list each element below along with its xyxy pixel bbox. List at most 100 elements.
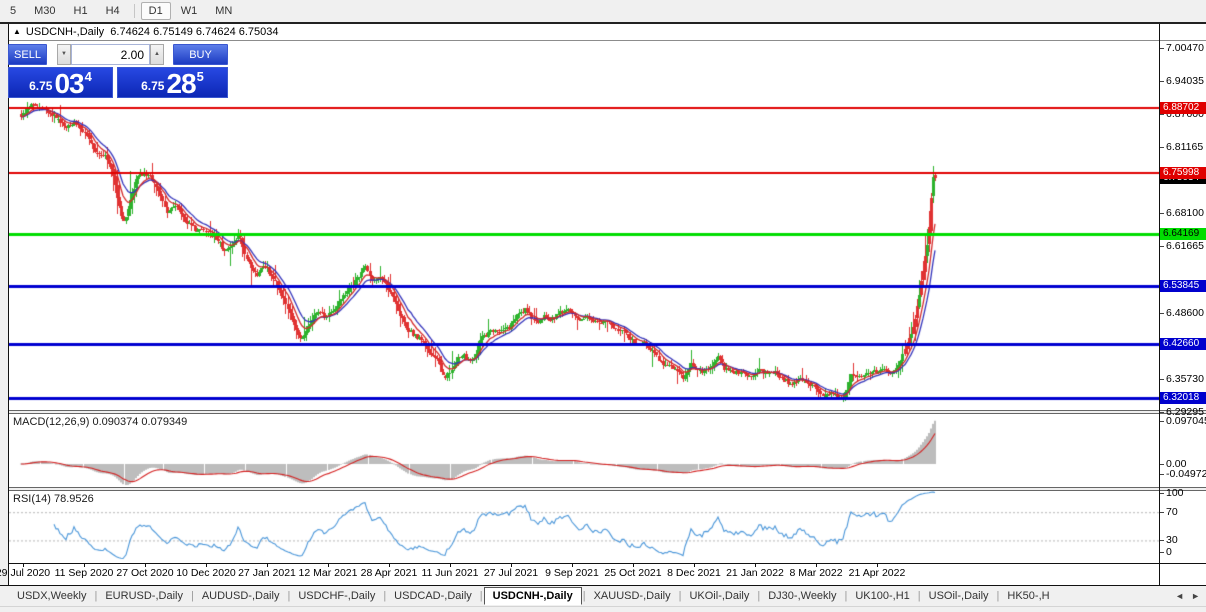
macd-indicator-label: MACD(12,26,9) 0.090374 0.079349	[13, 416, 187, 428]
rsi-axis-label: 0	[1166, 547, 1172, 558]
one-click-trading-widget: SELL ▼ ▲ BUY 6.75034 6.75285	[8, 44, 228, 98]
tab-scroll-right-button[interactable]: ►	[1191, 591, 1200, 601]
rsi-canvas[interactable]	[9, 491, 1159, 563]
toolbar-separator	[134, 4, 135, 18]
date-label: 21 Apr 2022	[835, 567, 919, 579]
symbol-tab-xauusd-daily[interactable]: XAUUSD-,Daily	[587, 588, 678, 604]
macd-axis-label: -0.04972	[1166, 469, 1206, 480]
price-axis-tick	[1160, 379, 1164, 380]
tab-separator: |	[918, 590, 921, 602]
price-level-label-blue: 6.42660	[1160, 338, 1206, 350]
buy-price-big: 28	[166, 71, 195, 97]
symbol-tab-eurusd-daily[interactable]: EURUSD-,Daily	[98, 588, 190, 604]
buy-price-pip: 5	[197, 69, 204, 84]
price-axis-tick	[1160, 48, 1164, 49]
symbol-tab-usdcad-daily[interactable]: USDCAD-,Daily	[387, 588, 479, 604]
timeframe-button-m30[interactable]: M30	[26, 2, 63, 20]
tab-separator: |	[757, 590, 760, 602]
window-top-border	[0, 22, 1206, 24]
price-level-label-red: 6.88702	[1160, 102, 1206, 114]
chart-title: ▲ USDCNH-,Daily 6.74624 6.75149 6.74624 6…	[13, 26, 279, 38]
buy-button[interactable]: BUY	[173, 44, 228, 65]
rsi-bottom-border	[8, 563, 1206, 564]
buy-price-display[interactable]: 6.75285	[117, 67, 228, 98]
chart-ohlc-values: 6.74624 6.75149 6.74624 6.75034	[110, 26, 278, 38]
price-axis-label: 7.00470	[1166, 43, 1204, 54]
rsi-axis-label: 30	[1166, 535, 1178, 546]
rsi-axis-label: 70	[1166, 507, 1178, 518]
timeframe-button-mn[interactable]: MN	[207, 2, 240, 20]
timeframe-button-d1[interactable]: D1	[141, 2, 171, 20]
symbol-tab-usdx-weekly[interactable]: USDX,Weekly	[10, 588, 93, 604]
timeframe-button-5[interactable]: 5	[2, 2, 24, 20]
symbol-tab-ukoil-daily[interactable]: UKOil-,Daily	[682, 588, 756, 604]
price-axis-label: 6.94035	[1166, 76, 1204, 87]
price-axis-tick	[1160, 412, 1164, 413]
volume-decrease-button[interactable]: ▼	[57, 44, 71, 65]
macd-axis-tick	[1160, 464, 1164, 465]
price-level-label-blue: 6.53845	[1160, 280, 1206, 292]
tab-separator: |	[583, 590, 586, 602]
sell-price-display[interactable]: 6.75034	[8, 67, 113, 98]
price-axis-tick	[1160, 213, 1164, 214]
sell-button[interactable]: SELL	[8, 44, 47, 65]
volume-input[interactable]	[71, 44, 150, 65]
price-level-label-green: 6.64169	[1160, 228, 1206, 240]
price-axis-tick	[1160, 114, 1164, 115]
timeframe-toolbar: 5M30H1H4 D1W1MN	[0, 0, 1206, 22]
tab-separator: |	[94, 590, 97, 602]
collapse-arrow-icon[interactable]: ▲	[13, 27, 21, 36]
price-level-label-blue: 6.32018	[1160, 392, 1206, 404]
date-axis: 29 Jul 202011 Sep 202027 Oct 202010 Dec …	[9, 564, 1206, 585]
sell-price-prefix: 6.75	[29, 79, 52, 93]
rsi-axis-label: 100	[1166, 488, 1184, 499]
tab-scroll-left-button[interactable]: ◄	[1175, 591, 1184, 601]
status-strip	[0, 606, 1206, 612]
chart-symbol-label: USDCNH-,Daily	[26, 26, 104, 38]
pane-divider[interactable]	[8, 410, 1206, 414]
price-axis-label: 6.48600	[1166, 308, 1204, 319]
symbol-tab-usdchf-daily[interactable]: USDCHF-,Daily	[291, 588, 382, 604]
price-axis-label: 6.35730	[1166, 374, 1204, 385]
header-separator-line	[8, 40, 1206, 41]
timeframe-button-h1[interactable]: H1	[66, 2, 96, 20]
macd-axis-label: 0.097045	[1166, 416, 1206, 427]
symbol-tab-uk100-h1[interactable]: UK100-,H1	[848, 588, 916, 604]
tab-separator: |	[191, 590, 194, 602]
price-axis-label: 6.81165	[1166, 142, 1203, 153]
price-axis-label: 6.61665	[1166, 241, 1204, 252]
price-axis-tick	[1160, 246, 1164, 247]
tab-separator: |	[845, 590, 848, 602]
sell-price-pip: 4	[85, 69, 92, 84]
buy-price-prefix: 6.75	[141, 79, 164, 93]
tab-separator: |	[679, 590, 682, 602]
timeframe-button-w1[interactable]: W1	[173, 2, 206, 20]
rsi-axis-tick	[1160, 552, 1164, 553]
symbol-tab-bar: USDX,Weekly|EURUSD-,Daily|AUDUSD-,Daily|…	[0, 586, 1206, 606]
symbol-tab-audusd-daily[interactable]: AUDUSD-,Daily	[195, 588, 287, 604]
timeframe-button-h4[interactable]: H4	[98, 2, 128, 20]
symbol-tab-dj30-weekly[interactable]: DJ30-,Weekly	[761, 588, 843, 604]
sell-price-big: 03	[54, 71, 83, 97]
price-axis-label: 6.68100	[1166, 208, 1204, 219]
macd-axis-tick	[1160, 474, 1164, 475]
price-axis-tick	[1160, 81, 1164, 82]
pane-divider[interactable]	[8, 487, 1206, 491]
rsi-axis-tick	[1160, 540, 1164, 541]
price-axis-tick	[1160, 313, 1164, 314]
price-axis-tick	[1160, 147, 1164, 148]
rsi-indicator-label: RSI(14) 78.9526	[13, 493, 94, 505]
tab-scroll-arrows: ◄ ►	[1162, 586, 1206, 606]
rsi-axis-tick	[1160, 493, 1164, 494]
symbol-tab-usoil-daily[interactable]: USOil-,Daily	[922, 588, 996, 604]
tab-separator: |	[480, 590, 483, 602]
chart-left-border	[8, 24, 9, 585]
symbol-tab-hk50-h[interactable]: HK50-,H	[1000, 588, 1056, 604]
tab-separator: |	[383, 590, 386, 602]
price-level-label-red: 6.75998	[1160, 167, 1206, 179]
tab-separator: |	[997, 590, 1000, 602]
symbol-tab-usdcnh-daily[interactable]: USDCNH-,Daily	[484, 587, 582, 605]
tab-separator: |	[287, 590, 290, 602]
tabbar-top-border	[0, 585, 1206, 586]
volume-increase-button[interactable]: ▲	[150, 44, 164, 65]
